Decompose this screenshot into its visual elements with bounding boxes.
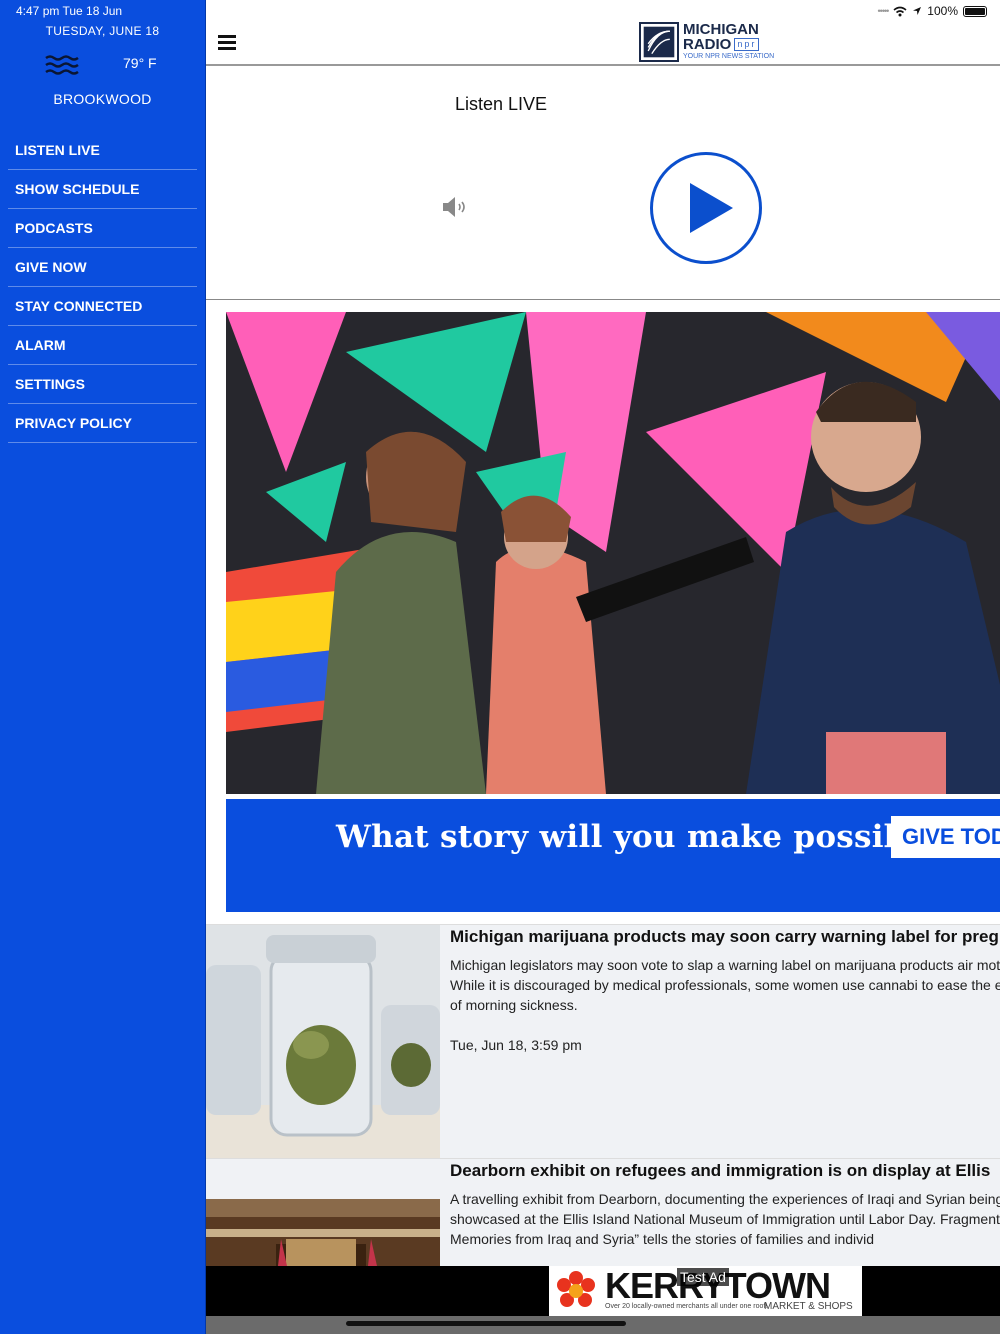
status-time-date: 4:47 pm Tue 18 Jun	[16, 4, 123, 18]
live-player: Listen LIVE	[206, 66, 1000, 300]
article-summary: A travelling exhibit from Dearborn, docu…	[450, 1191, 1000, 1247]
fog-icon	[45, 55, 79, 75]
npr-badge: npr	[734, 38, 760, 51]
battery-percent: 100%	[927, 4, 958, 18]
menu-item-listen-live[interactable]: LISTEN LIVE	[8, 131, 197, 170]
logo-tagline: YOUR NPR NEWS STATION	[683, 53, 775, 60]
top-bar: MICHIGAN RADIO npr YOUR NPR NEWS STATION …	[206, 0, 1000, 66]
menu-item-privacy-policy[interactable]: PRIVACY POLICY	[8, 404, 197, 443]
weather-date: TUESDAY, JUNE 18	[45, 24, 160, 38]
ad-tagline: Over 20 locally-owned merchants all unde…	[605, 1303, 768, 1310]
banner-photo	[226, 312, 1000, 794]
article-title: Dearborn exhibit on refugees and immigra…	[450, 1161, 991, 1180]
give-today-button[interactable]: GIVE TOD	[891, 816, 1000, 858]
home-indicator[interactable]	[346, 1321, 626, 1326]
kerrytown-ad[interactable]: KERRYTOWN Over 20 locally-owned merchant…	[549, 1266, 862, 1316]
menu-item-settings[interactable]: SETTINGS	[8, 365, 197, 404]
weather-temperature: 79° F	[123, 55, 157, 71]
main-content: MICHIGAN RADIO npr YOUR NPR NEWS STATION …	[205, 0, 1000, 1334]
volume-icon[interactable]	[440, 195, 470, 219]
menu-item-alarm[interactable]: ALARM	[8, 326, 197, 365]
test-ad-label: Test Ad	[677, 1268, 729, 1286]
home-bar-area	[206, 1316, 1000, 1334]
banner-headline: What story will you make possible?	[336, 819, 957, 855]
menu-item-show-schedule[interactable]: SHOW SCHEDULE	[8, 170, 197, 209]
article-card[interactable]: Michigan marijuana products may soon car…	[206, 924, 1000, 1159]
logo-mark-icon	[639, 22, 679, 62]
logo-line2: RADIO	[683, 36, 732, 53]
location-arrow-icon	[913, 7, 922, 15]
battery-icon	[963, 5, 987, 17]
side-menu: 4:47 pm Tue 18 Jun TUESDAY, JUNE 18 79° …	[0, 0, 205, 1334]
listen-live-title: Listen LIVE	[454, 94, 548, 114]
article-summary: Michigan legislators may soon vote to sl…	[450, 957, 1000, 1013]
status-right: ••••• 100%	[878, 4, 987, 18]
menu-item-stay-connected[interactable]: STAY CONNECTED	[8, 287, 197, 326]
ad-subtitle: MARKET & SHOPS	[764, 1301, 853, 1312]
article-title: Michigan marijuana products may soon car…	[450, 927, 999, 946]
play-icon	[690, 183, 733, 233]
nav-menu: LISTEN LIVE SHOW SCHEDULE PODCASTS GIVE …	[8, 131, 197, 443]
article-date: Tue, Jun 18, 3:59 pm	[450, 1037, 582, 1053]
michigan-radio-logo: MICHIGAN RADIO npr YOUR NPR NEWS STATION	[639, 22, 774, 64]
wifi-icon	[893, 6, 907, 16]
play-button[interactable]	[650, 152, 762, 264]
article-thumbnail	[206, 925, 440, 1159]
donation-banner[interactable]: What story will you make possible? GIVE …	[226, 312, 1000, 912]
give-banner: What story will you make possible? GIVE …	[226, 799, 1000, 912]
ad-banner[interactable]: KERRYTOWN Over 20 locally-owned merchant…	[206, 1266, 1000, 1316]
flower-logo-icon	[557, 1271, 595, 1307]
menu-item-podcasts[interactable]: PODCASTS	[8, 209, 197, 248]
hamburger-menu-icon[interactable]	[218, 35, 236, 51]
signal-icon: •••••	[877, 6, 890, 16]
menu-item-give-now[interactable]: GIVE NOW	[8, 248, 197, 287]
weather-location: BROOKWOOD	[53, 91, 152, 107]
logo-line1: MICHIGAN	[683, 21, 759, 38]
